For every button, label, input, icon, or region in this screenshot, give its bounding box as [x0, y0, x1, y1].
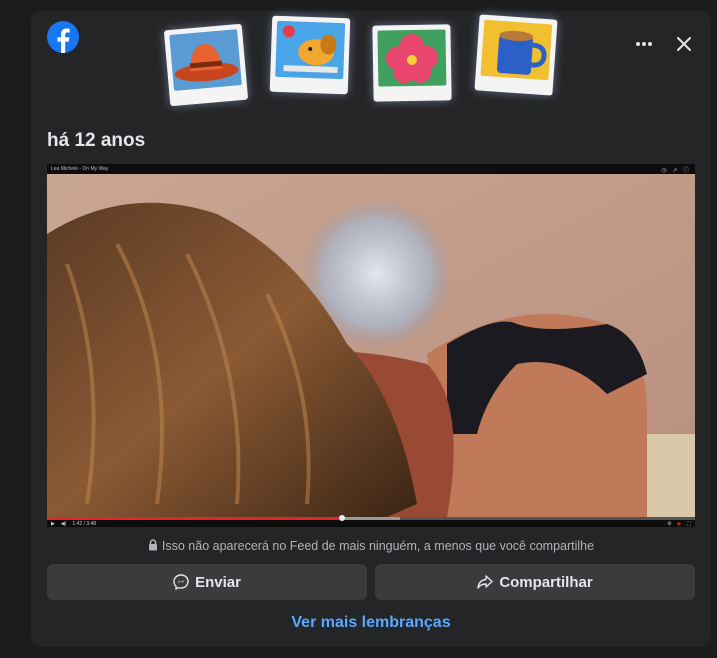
video-controls: ▶ ◀) 1:42 / 3:48 ⚙ ▶ ⛶ [47, 515, 695, 527]
video-buffer-fill [341, 517, 401, 520]
more-options-icon[interactable] [631, 31, 657, 57]
memory-polaroid-header [163, 14, 573, 110]
coffee-mug-polaroid [474, 14, 558, 96]
close-icon[interactable] [671, 31, 697, 57]
share-arrow-icon [477, 575, 494, 589]
coffee-mug-icon [496, 30, 547, 75]
privacy-notice-text: Isso não aparecerá no Feed de mais ningu… [161, 539, 595, 553]
share-button-label: Compartilhar [499, 573, 593, 591]
video-title-bar: Lea Michele - On My Way ◷ ↗ ⓘ [47, 164, 695, 174]
hibiscus-polaroid [372, 24, 452, 102]
cowboy-hat-polaroid [163, 23, 249, 107]
dog-icon [282, 25, 338, 73]
video-right-controls: ⚙ ▶ ⛶ [667, 521, 691, 527]
lock-icon [148, 539, 157, 551]
share-button[interactable]: Compartilhar [375, 564, 695, 600]
play-icon[interactable]: ▶ [51, 521, 55, 527]
video-progress-fill [47, 517, 342, 520]
memory-dialog: há 12 anos Lea Michele - On My Way ◷ ↗ ⓘ [31, 11, 711, 647]
volume-icon[interactable]: ◀) [61, 521, 67, 527]
dog-polaroid [269, 15, 351, 95]
video-title: Lea Michele - On My Way [51, 166, 109, 172]
video-player[interactable]: Lea Michele - On My Way ◷ ↗ ⓘ ▶ ◀) 1:42 … [47, 164, 695, 527]
youtube-icon[interactable]: ▶ [678, 521, 682, 527]
video-frame[interactable] [47, 174, 695, 517]
video-top-icons[interactable]: ◷ ↗ ⓘ [661, 165, 691, 174]
settings-icon[interactable]: ⚙ [667, 521, 671, 527]
dialog-actions [631, 31, 697, 57]
video-progress-knob[interactable] [338, 515, 345, 521]
cowboy-hat-icon [174, 44, 239, 82]
video-progress-bar[interactable] [47, 515, 695, 521]
hibiscus-flower-icon [385, 34, 438, 84]
fullscreen-icon[interactable]: ⛶ [687, 521, 691, 527]
privacy-notice: Isso não aparecerá no Feed de mais ningu… [31, 539, 711, 553]
video-time: 1:42 / 3:48 [72, 521, 97, 527]
send-button[interactable]: Enviar [47, 564, 367, 600]
send-button-label: Enviar [195, 573, 241, 591]
video-left-controls: ▶ ◀) 1:42 / 3:48 [51, 521, 96, 527]
memory-date: há 12 anos [47, 130, 146, 151]
see-more-memories-link[interactable]: Ver mais lembranças [31, 614, 711, 632]
facebook-logo-icon[interactable] [47, 21, 79, 53]
messenger-icon [173, 574, 189, 590]
